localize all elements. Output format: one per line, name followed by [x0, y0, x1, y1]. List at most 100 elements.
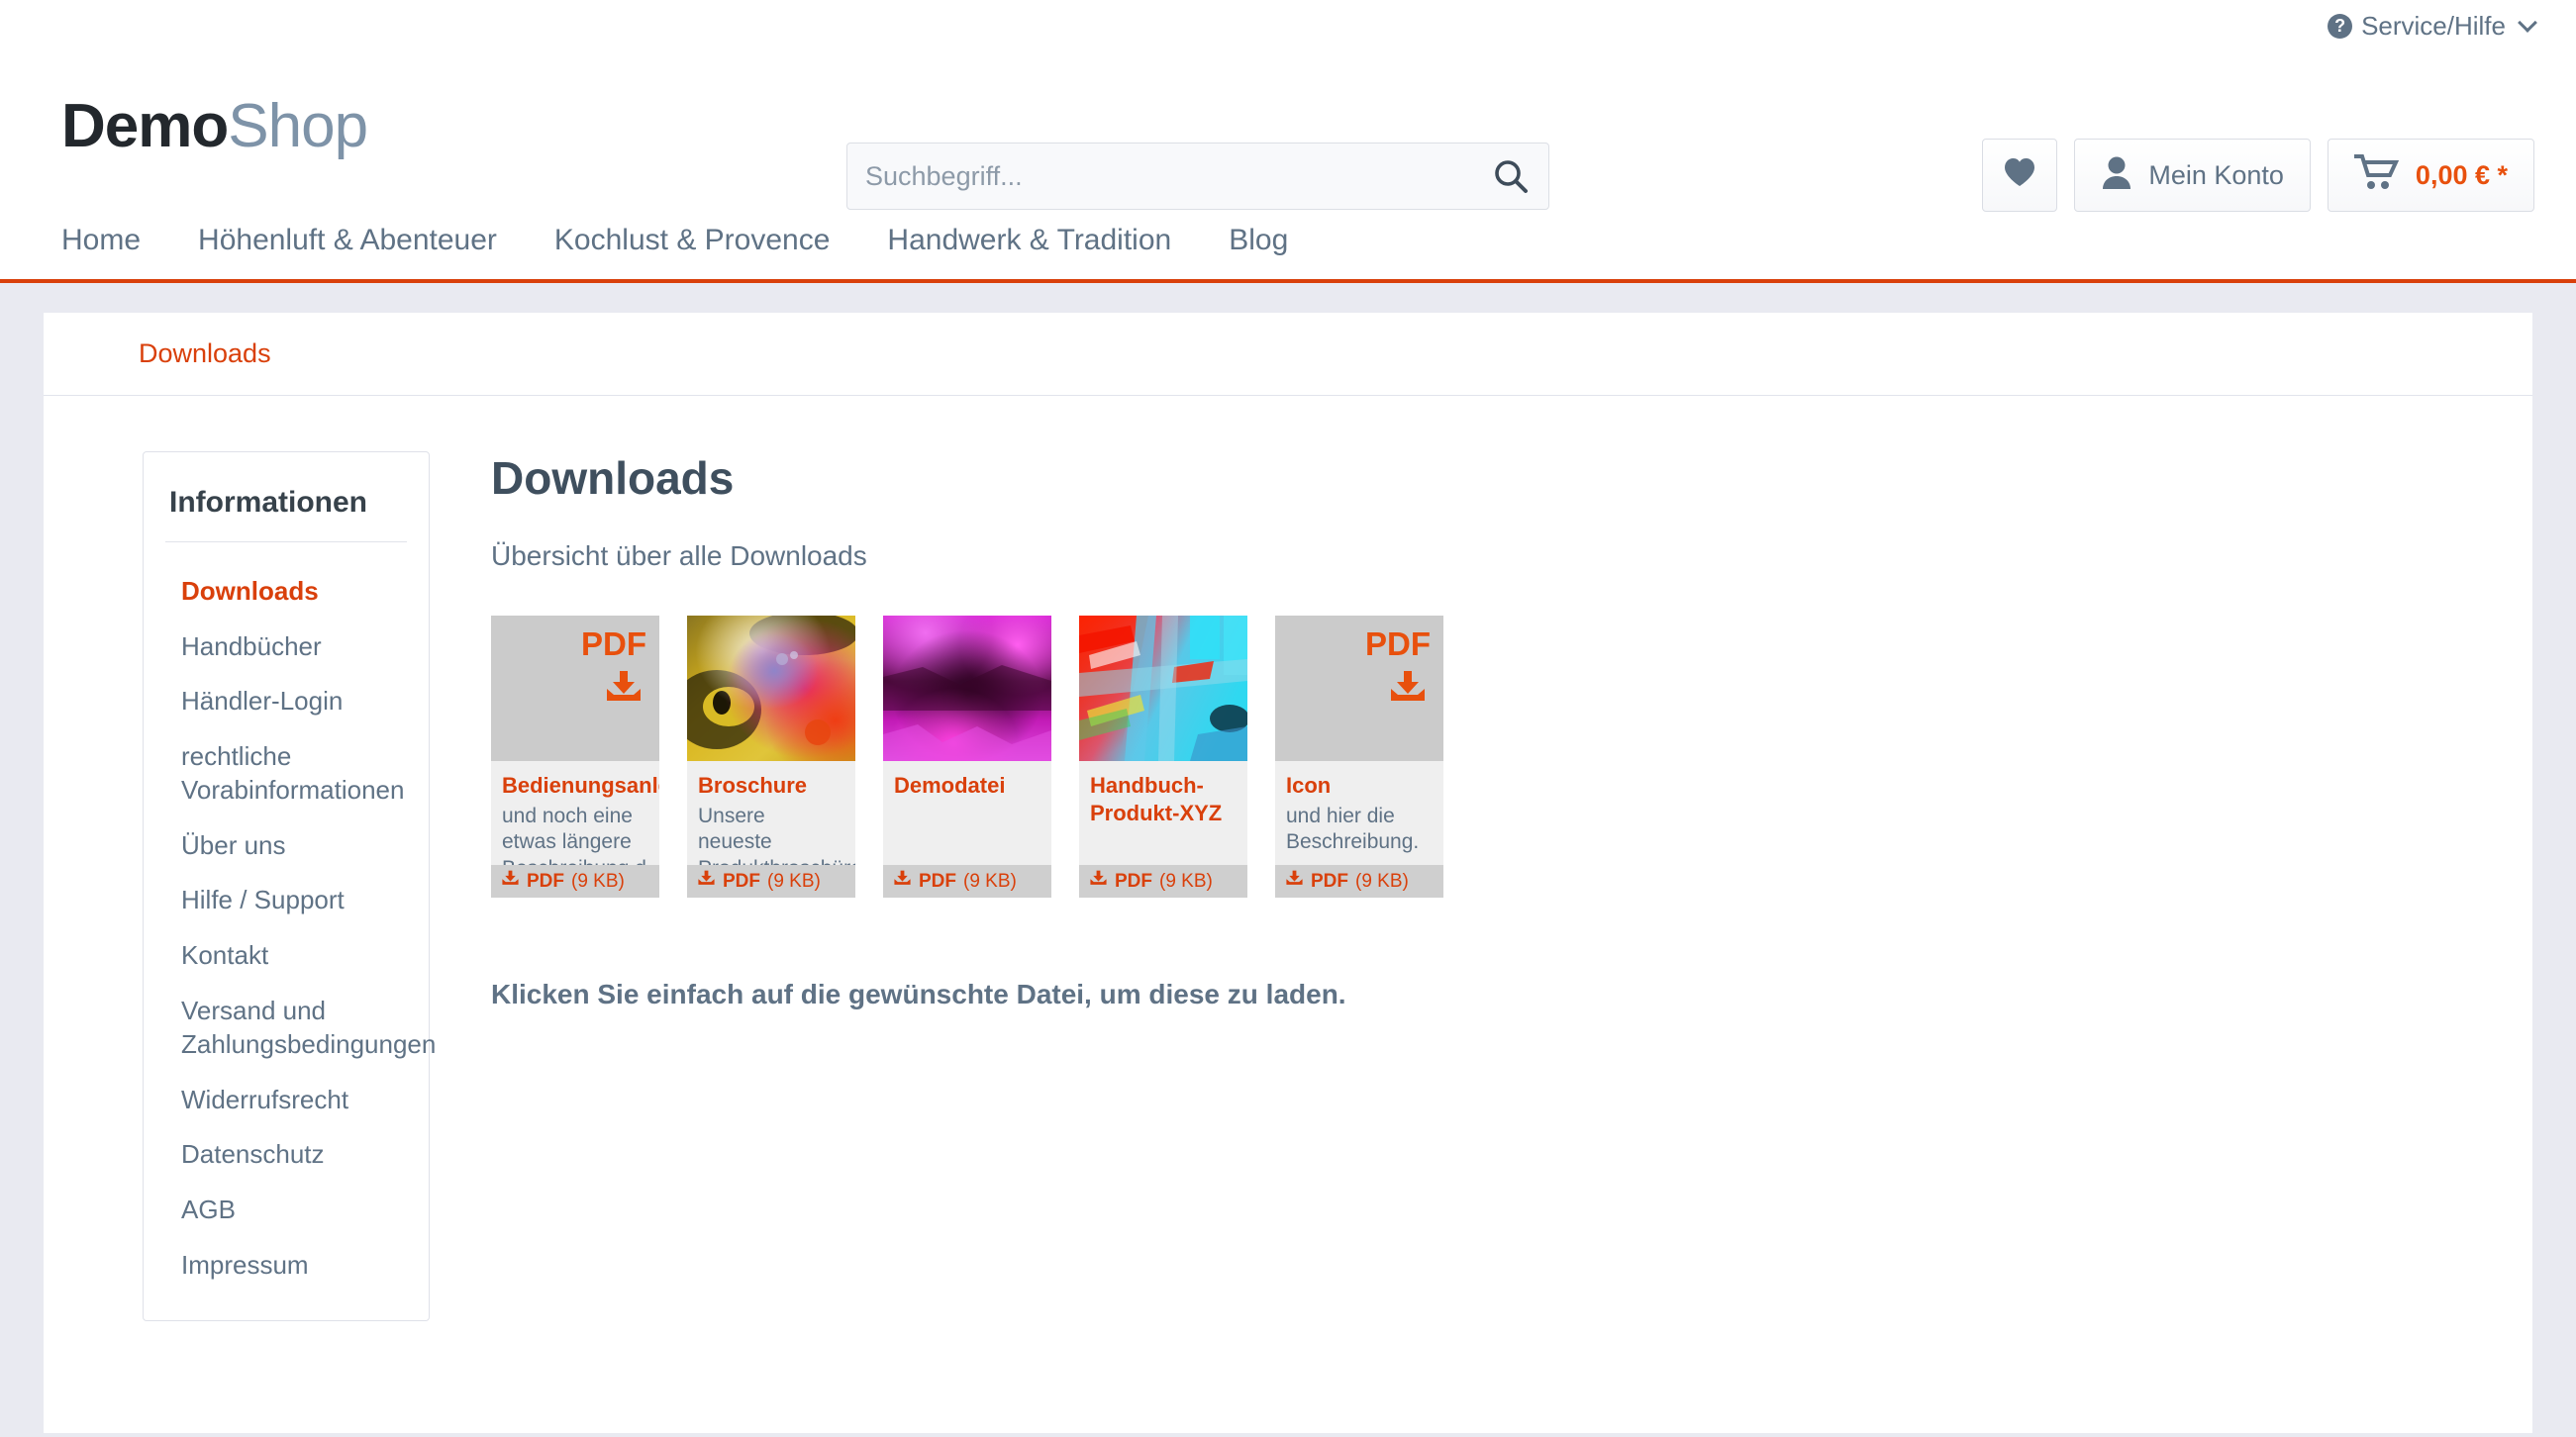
- site-header: DemoShop Mein Konto: [0, 51, 2576, 212]
- download-card-handbuch-produkt-xyz[interactable]: Handbuch-Produkt-XYZ PDF (9 KB): [1079, 616, 1247, 898]
- sidebar-item-ueber-uns[interactable]: Über uns: [144, 818, 429, 874]
- card-body: Bedienungsanleitung und noch eine etwas …: [491, 761, 659, 865]
- sidebar-item-kontakt[interactable]: Kontakt: [144, 928, 429, 984]
- site-logo[interactable]: DemoShop: [61, 91, 368, 161]
- nav-item-kochlust[interactable]: Kochlust & Provence: [554, 224, 857, 257]
- sidebar-item-datenschutz[interactable]: Datenschutz: [144, 1127, 429, 1183]
- card-title: Handbuch-Produkt-XYZ: [1090, 773, 1223, 825]
- card-footer: PDF (9 KB): [1079, 865, 1247, 898]
- list-item: Über uns: [144, 818, 429, 874]
- sidebar-informationen: Informationen Downloads Handbücher Händl…: [143, 451, 436, 1322]
- service-help-label: Service/Hilfe: [2361, 10, 2506, 41]
- card-thumbnail: [687, 616, 855, 761]
- download-hint-text: Klicken Sie einfach auf die gewünschte D…: [491, 979, 1346, 1009]
- card-footer: PDF (9 KB): [491, 865, 659, 898]
- cart-amount: 0,00 € *: [2415, 159, 2508, 190]
- list-item: Händler-Login: [144, 674, 429, 729]
- card-filesize: (9 KB): [1159, 870, 1213, 892]
- breadcrumb-item-downloads[interactable]: Downloads: [139, 338, 271, 369]
- page-area: Downloads Informationen Downloads Handbü…: [0, 283, 2576, 1433]
- list-item: Versand und Zahlungsbedingungen: [144, 984, 436, 1073]
- thumbnail-image: [1079, 616, 1247, 761]
- card-filesize: (9 KB): [963, 870, 1017, 892]
- card-thumbnail: [1079, 616, 1247, 761]
- wishlist-button[interactable]: [1982, 139, 2058, 212]
- card-title: Broschure: [698, 773, 808, 798]
- account-label: Mein Konto: [2148, 159, 2284, 190]
- download-icon: [1285, 870, 1304, 893]
- card-body: Handbuch-Produkt-XYZ: [1079, 761, 1247, 865]
- user-icon: [2101, 155, 2132, 196]
- pdf-badge-label: PDF: [581, 625, 646, 662]
- heart-icon: [2003, 156, 2036, 194]
- search-icon[interactable]: [1491, 156, 1531, 196]
- card-body: Demodatei: [883, 761, 1051, 865]
- download-card-broschure[interactable]: Broschure Unsere neueste Produktbroschür…: [687, 616, 855, 898]
- sidebar-item-hilfe-support[interactable]: Hilfe / Support: [144, 873, 429, 928]
- sidebar-title: Informationen: [169, 486, 367, 519]
- sidebar-item-handbuecher[interactable]: Handbücher: [144, 620, 429, 675]
- download-card-icon[interactable]: PDF Icon und hier die Beschreibung. PDF …: [1275, 616, 1443, 898]
- list-item: Handbücher: [144, 620, 429, 675]
- download-inbox-icon: [604, 671, 644, 709]
- download-icon: [1089, 870, 1108, 893]
- download-icon: [697, 870, 716, 893]
- list-item: Datenschutz: [144, 1127, 429, 1183]
- sidebar-divider: [165, 541, 407, 542]
- card-body: Broschure Unsere neueste Produktbroschür…: [687, 761, 855, 865]
- nav-item-home[interactable]: Home: [61, 224, 168, 257]
- search-input[interactable]: [865, 160, 1491, 192]
- card-filesize: (9 KB): [1355, 870, 1409, 892]
- page-subtitle: Übersicht über alle Downloads: [491, 540, 867, 571]
- card-thumbnail: PDF: [491, 616, 659, 761]
- sidebar-item-widerrufsrecht[interactable]: Widerrufsrecht: [144, 1073, 429, 1128]
- card-title: Icon: [1286, 773, 1332, 798]
- logo-secondary-text: Shop: [228, 92, 368, 160]
- logo-primary-text: Demo: [61, 92, 229, 160]
- card-filesize: (9 KB): [767, 870, 821, 892]
- card-filetype: PDF: [1115, 870, 1152, 892]
- main-navigation: Home Höhenluft & Abenteuer Kochlust & Pr…: [0, 202, 2576, 283]
- main-content: Downloads Übersicht über alle Downloads …: [430, 451, 2532, 1321]
- download-card-demodatei[interactable]: Demodatei PDF (9 KB): [883, 616, 1051, 898]
- content-row: Informationen Downloads Handbücher Händl…: [44, 396, 2532, 1322]
- sidebar-item-impressum[interactable]: Impressum: [144, 1238, 429, 1293]
- cart-button[interactable]: 0,00 € *: [2327, 139, 2534, 212]
- download-icon: [501, 870, 520, 893]
- sidebar-item-agb[interactable]: AGB: [144, 1183, 429, 1238]
- card-filetype: PDF: [1311, 870, 1348, 892]
- pdf-badge-label: PDF: [1365, 625, 1431, 662]
- nav-item-hoehenluft[interactable]: Höhenluft & Abenteuer: [198, 224, 525, 257]
- card-filesize: (9 KB): [571, 870, 625, 892]
- question-circle-icon: ?: [2328, 13, 2353, 39]
- sidebar-item-versand-zahlungsbedingungen[interactable]: Versand und Zahlungsbedingungen: [144, 984, 436, 1073]
- card-title: Bedienungsanleitung: [502, 773, 659, 798]
- list-item: AGB: [144, 1183, 429, 1238]
- sidebar-item-downloads[interactable]: Downloads: [144, 564, 429, 620]
- thumbnail-image: [687, 616, 855, 761]
- sidebar-item-rechtliche-vorabinformationen[interactable]: rechtliche Vorabinformationen: [144, 729, 429, 818]
- sidebar-menu: Downloads Handbücher Händler-Login recht…: [144, 564, 436, 1293]
- sidebar-item-haendler-login[interactable]: Händler-Login: [144, 674, 429, 729]
- download-card-bedienungsanleitung[interactable]: PDF Bedienungsanleitung u: [491, 616, 659, 898]
- service-help-menu[interactable]: ? Service/Hilfe: [2328, 10, 2537, 42]
- card-thumbnail: PDF: [1275, 616, 1443, 761]
- card-filetype: PDF: [723, 870, 760, 892]
- nav-item-handwerk[interactable]: Handwerk & Tradition: [887, 224, 1199, 257]
- top-bar: ? Service/Hilfe: [0, 0, 2576, 51]
- card-thumbnail: [883, 616, 1051, 761]
- card-title: Demodatei: [894, 773, 1006, 798]
- card-footer: PDF (9 KB): [883, 865, 1051, 898]
- card-body: Icon und hier die Beschreibung.: [1275, 761, 1443, 865]
- card-footer: PDF (9 KB): [1275, 865, 1443, 898]
- cart-icon: [2352, 153, 2400, 197]
- list-item: Widerrufsrecht: [144, 1073, 429, 1128]
- list-item: Hilfe / Support: [144, 873, 429, 928]
- card-filetype: PDF: [919, 870, 956, 892]
- nav-item-blog[interactable]: Blog: [1229, 224, 1316, 257]
- download-inbox-icon: [1388, 671, 1428, 709]
- search-box[interactable]: [846, 143, 1549, 210]
- account-button[interactable]: Mein Konto: [2074, 139, 2311, 212]
- header-button-group: Mein Konto 0,00 € *: [1982, 139, 2534, 212]
- list-item: Downloads: [144, 564, 429, 620]
